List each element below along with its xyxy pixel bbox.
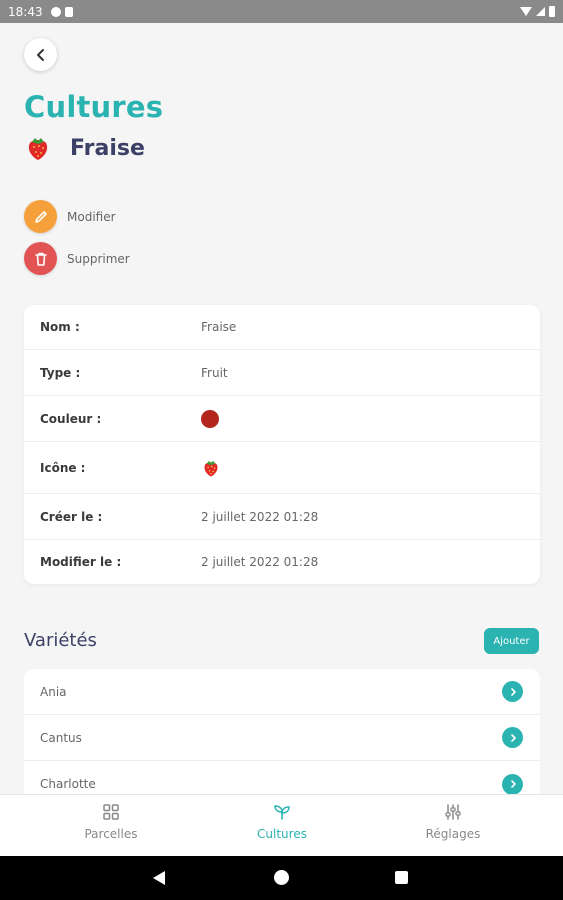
tab-cultures[interactable]: Cultures bbox=[222, 803, 342, 841]
edit-button[interactable] bbox=[24, 200, 57, 233]
chevron-right-icon[interactable] bbox=[502, 727, 523, 748]
strawberry-icon bbox=[204, 460, 218, 477]
nav-recents-icon[interactable] bbox=[395, 871, 408, 884]
detail-row-created: Créer le : 2 juillet 2022 01:28 bbox=[24, 494, 540, 540]
detail-row-modified: Modifier le : 2 juillet 2022 01:28 bbox=[24, 540, 540, 584]
color-swatch bbox=[201, 409, 219, 428]
edit-action[interactable]: Modifier bbox=[24, 200, 116, 233]
strawberry-icon bbox=[28, 138, 48, 160]
notification-icon bbox=[50, 6, 61, 17]
page-title: Cultures bbox=[24, 90, 164, 124]
detail-row-type: Type : Fruit bbox=[24, 350, 540, 396]
chevron-right-icon[interactable] bbox=[502, 681, 523, 702]
chevron-left-icon bbox=[36, 48, 44, 61]
list-item[interactable]: Cantus bbox=[24, 715, 540, 761]
detail-label: Couleur : bbox=[40, 411, 102, 426]
nav-home-icon[interactable] bbox=[274, 870, 289, 885]
detail-value: Fraise bbox=[201, 320, 237, 334]
grid-icon bbox=[103, 804, 119, 820]
chevron-right-icon[interactable] bbox=[502, 773, 523, 795]
varieties-list: Ania Cantus Charlotte bbox=[24, 669, 540, 809]
detail-value: Fruit bbox=[201, 365, 228, 380]
tab-reglages[interactable]: Réglages bbox=[393, 803, 513, 841]
back-button[interactable] bbox=[24, 38, 57, 71]
status-bar: 18:43 bbox=[0, 0, 563, 23]
detail-label: Modifier le : bbox=[40, 555, 122, 569]
detail-row-icon: Icône : bbox=[24, 442, 540, 494]
battery-icon bbox=[549, 6, 555, 17]
detail-value bbox=[201, 458, 221, 478]
tab-label: Cultures bbox=[257, 827, 307, 841]
tab-label: Réglages bbox=[425, 827, 481, 841]
crop-name: Fraise bbox=[70, 135, 145, 161]
tab-parcelles[interactable]: Parcelles bbox=[51, 803, 171, 841]
detail-row-color: Couleur : bbox=[24, 396, 540, 442]
sprout-icon bbox=[274, 805, 290, 820]
crop-header: Fraise bbox=[24, 134, 145, 162]
variety-name: Charlotte bbox=[40, 777, 96, 791]
detail-label: Créer le : bbox=[40, 509, 103, 524]
wifi-icon bbox=[520, 7, 532, 16]
detail-value bbox=[201, 409, 219, 428]
variety-name: Cantus bbox=[40, 730, 82, 745]
detail-value: 2 juillet 2022 01:28 bbox=[201, 509, 319, 524]
delete-button[interactable] bbox=[24, 242, 57, 275]
nav-back-icon[interactable] bbox=[153, 871, 165, 885]
bottom-tab-bar: Parcelles Cultures Réglages bbox=[0, 794, 563, 856]
pencil-icon bbox=[34, 210, 47, 223]
detail-label: Nom : bbox=[40, 320, 80, 334]
detail-label: Type : bbox=[40, 365, 81, 380]
delete-label: Supprimer bbox=[67, 251, 130, 266]
detail-label: Icône : bbox=[40, 460, 86, 475]
list-item[interactable]: Ania bbox=[24, 669, 540, 715]
status-time: 18:43 bbox=[8, 4, 43, 19]
varieties-title: Variétés bbox=[24, 630, 97, 651]
variety-name: Ania bbox=[40, 684, 67, 699]
delete-action[interactable]: Supprimer bbox=[24, 242, 130, 275]
sim-icon bbox=[64, 6, 73, 17]
tab-label: Parcelles bbox=[84, 827, 138, 841]
add-variety-button[interactable]: Ajouter bbox=[484, 628, 539, 654]
sliders-icon bbox=[445, 804, 461, 820]
signal-icon bbox=[536, 7, 545, 16]
detail-value: 2 juillet 2022 01:28 bbox=[201, 555, 319, 569]
detail-row-name: Nom : Fraise bbox=[24, 305, 540, 350]
system-nav-bar bbox=[0, 856, 563, 900]
trash-icon bbox=[34, 252, 47, 266]
edit-label: Modifier bbox=[67, 209, 116, 224]
details-card: Nom : Fraise Type : Fruit Couleur : Icôn… bbox=[24, 305, 540, 584]
